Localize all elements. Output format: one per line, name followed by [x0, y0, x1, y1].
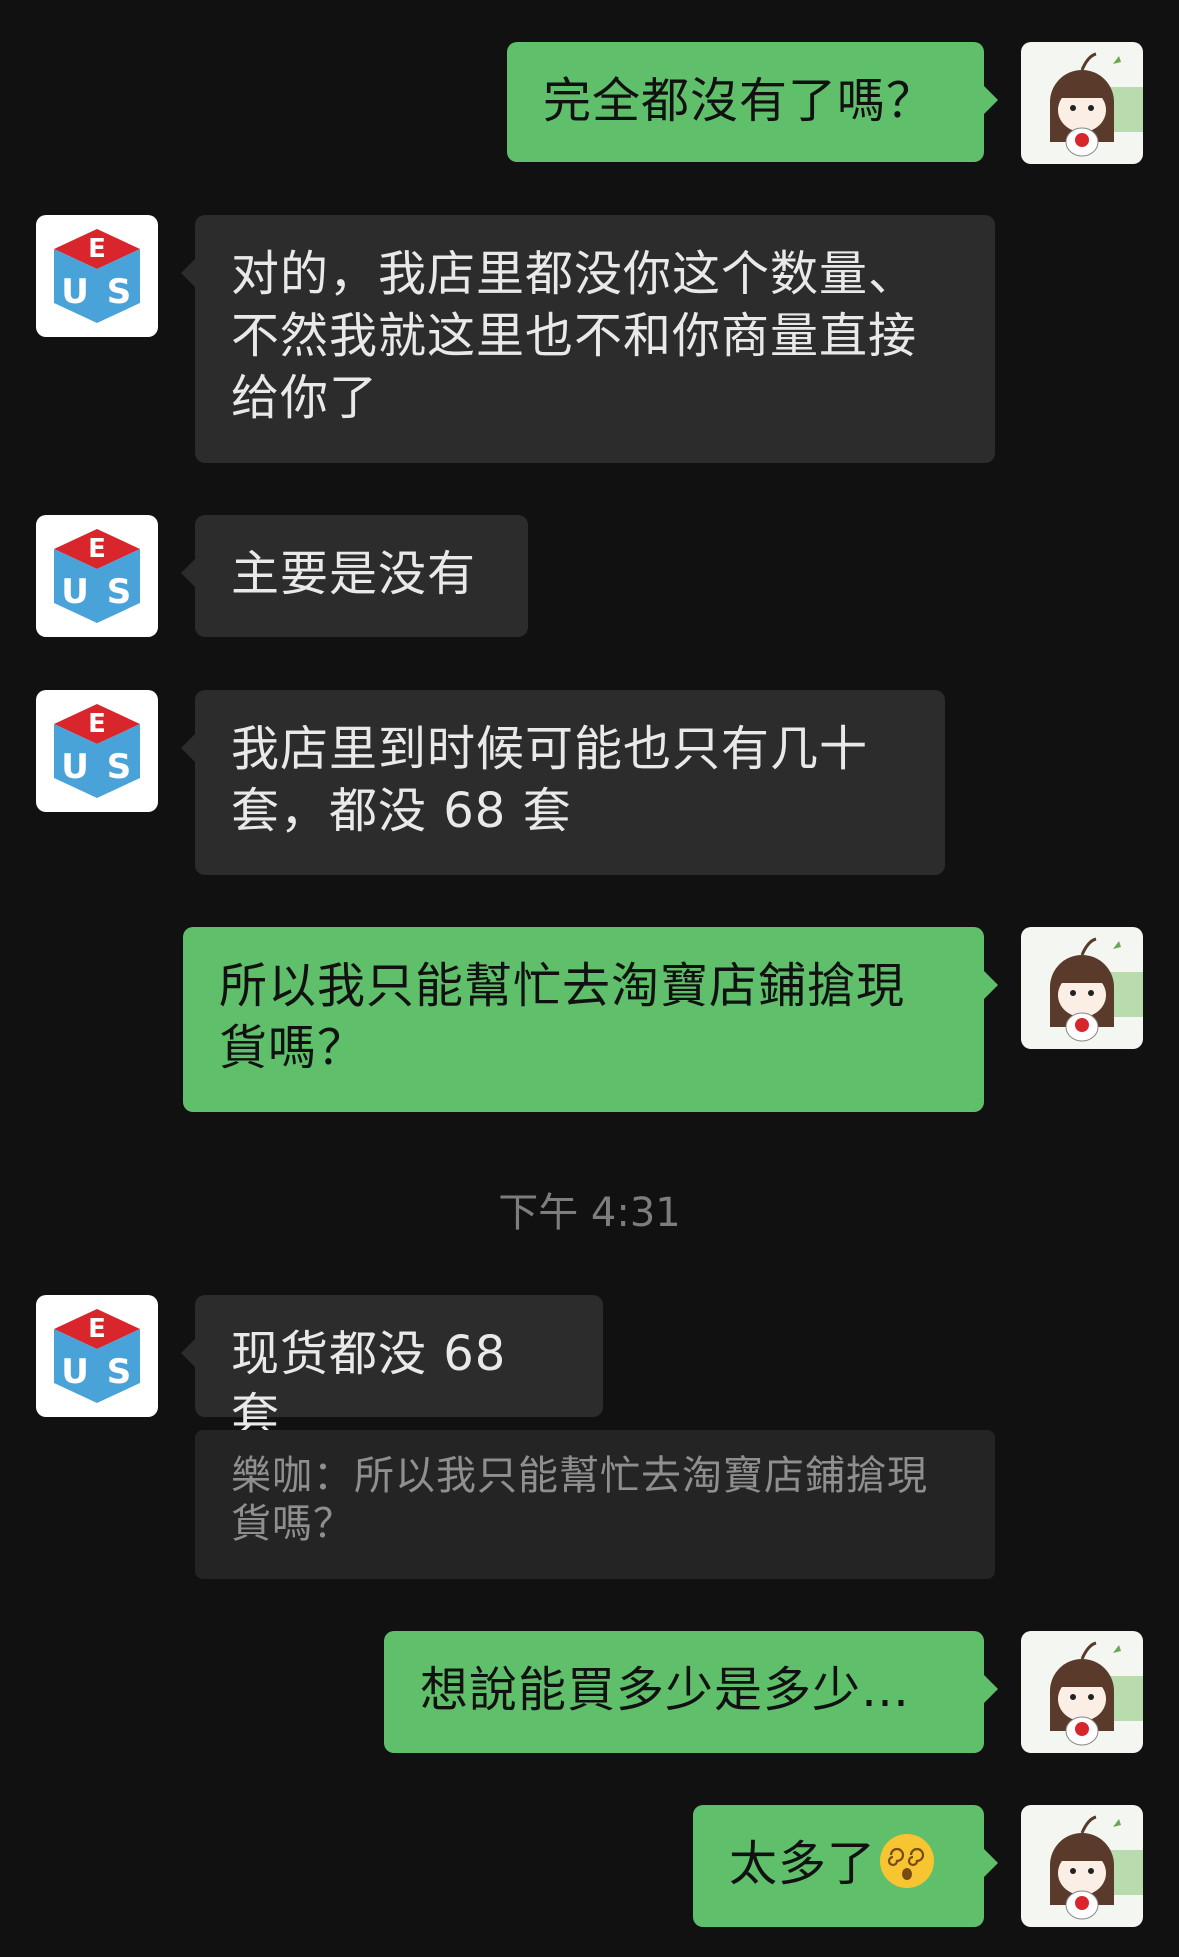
svg-text:E: E [88, 234, 106, 264]
contact-avatar[interactable]: E U S [36, 515, 158, 637]
message-timestamp: 下午 4:31 [498, 1190, 681, 1236]
self-avatar[interactable] [1021, 42, 1143, 164]
message-text: 对的，我店里都没你这个数量、不然我就这里也不和你商量直接给你了 [231, 246, 918, 426]
svg-text:U: U [61, 747, 89, 787]
cube-logo-icon: E U S [36, 690, 158, 812]
svg-text:U: U [61, 572, 89, 612]
svg-text:S: S [107, 747, 132, 787]
message-bubble-sent[interactable]: 太多了 [693, 1805, 998, 1927]
self-avatar[interactable] [1021, 927, 1143, 1049]
svg-text:U: U [61, 272, 89, 312]
message-bubble-sent[interactable]: 所以我只能幫忙去淘寶店鋪搶現貨嗎？ [183, 927, 998, 1112]
cartoon-girl-avatar-icon [1021, 1631, 1143, 1753]
message-text: 太多了 [729, 1836, 877, 1892]
svg-text:E: E [88, 709, 106, 739]
message-text: 所以我只能幫忙去淘寶店鋪搶現貨嗎？ [219, 958, 906, 1076]
message-bubble-sent[interactable]: 完全都沒有了嗎？ [507, 42, 998, 162]
svg-text:U: U [61, 1352, 89, 1392]
message-bubble-received[interactable]: 现货都没 68 套 [181, 1295, 603, 1444]
message-text: 主要是没有 [231, 546, 477, 602]
svg-text:S: S [107, 1352, 132, 1392]
message-bubble-sent[interactable]: 想說能買多少是多少… [384, 1631, 998, 1753]
svg-text:E: E [88, 1314, 106, 1344]
message-text: 现货都没 68 套 [231, 1326, 507, 1444]
message-text: 我店里到时候可能也只有几十套，都没 68 套 [231, 721, 869, 839]
message-bubble-received[interactable]: 我店里到时候可能也只有几十套，都没 68 套 [181, 690, 945, 875]
self-avatar[interactable] [1021, 1805, 1143, 1927]
svg-text:S: S [107, 272, 132, 312]
cube-logo-icon: E U S [36, 1295, 158, 1417]
cartoon-girl-avatar-icon [1021, 927, 1143, 1049]
message-bubble-received[interactable]: 对的，我店里都没你这个数量、不然我就这里也不和你商量直接给你了 [181, 215, 995, 463]
svg-text:S: S [107, 572, 132, 612]
contact-avatar[interactable]: E U S [36, 1295, 158, 1417]
contact-avatar[interactable]: E U S [36, 215, 158, 337]
cube-logo-icon: E U S [36, 215, 158, 337]
svg-text:E: E [88, 534, 106, 564]
self-avatar[interactable] [1021, 1631, 1143, 1753]
cartoon-girl-avatar-icon [1021, 1805, 1143, 1927]
cartoon-girl-avatar-icon [1021, 42, 1143, 164]
chat-screen: 完全都沒有了嗎？ E U S 对的，我店里都没你这个数量、不然我就这里也不和你商… [0, 0, 1179, 1957]
contact-avatar[interactable]: E U S [36, 690, 158, 812]
message-bubble-received[interactable]: 主要是没有 [181, 515, 528, 637]
quoted-message[interactable]: 樂咖：所以我只能幫忙去淘寶店鋪搶現貨嗎？ [195, 1430, 995, 1579]
dizzy-face-emoji-icon [880, 1834, 935, 1888]
message-text: 想說能買多少是多少… [420, 1662, 911, 1718]
cube-logo-icon: E U S [36, 515, 158, 637]
message-text: 完全都沒有了嗎？ [543, 73, 936, 129]
quoted-message-text: 樂咖：所以我只能幫忙去淘寶店鋪搶現貨嗎？ [231, 1453, 928, 1547]
